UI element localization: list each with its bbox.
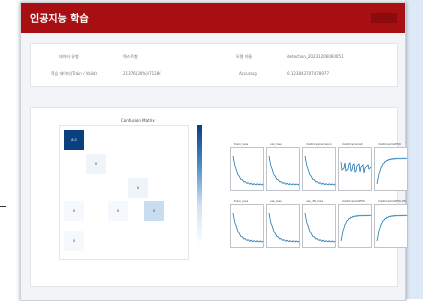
subplot: [302, 147, 336, 191]
subplot-title: metrics/mAP50-95: [378, 199, 406, 203]
curve-line: [376, 214, 408, 242]
title-bar: 인공지능 학습: [21, 3, 405, 33]
curve-line: [304, 212, 336, 243]
model-info-panel: 데이터 유형 텍스트형 모델 이름 detection_202312060600…: [30, 43, 398, 87]
window-title: 인공지능 학습: [30, 14, 89, 25]
cm-cell: 0: [108, 201, 128, 221]
confusion-matrix: 8.0 0 0 0 0 0 0: [59, 125, 189, 260]
subplot: [374, 204, 408, 248]
subplot-title: val_loss: [270, 142, 282, 146]
train-data-value: 21376(30%)/7128(: [123, 71, 161, 76]
subplot: [266, 147, 300, 191]
subplot-title: metrics/recall: [342, 142, 363, 146]
curve-line: [268, 212, 300, 243]
title-bar-button[interactable]: [371, 13, 397, 23]
subplot-title: train_loss: [234, 142, 249, 146]
subplot: [302, 204, 336, 248]
left-tick: [0, 206, 6, 207]
data-type-label: 데이터 유형: [59, 54, 79, 59]
curve-line: [304, 155, 336, 186]
training-window: 인공지능 학습 데이터 유형 텍스트형 모델 이름 detection_2023…: [20, 2, 408, 301]
subplot-title: val_loss: [270, 199, 282, 203]
curve-line: [232, 212, 264, 243]
results-panel: Confusion Matrix 8.0 0 0 0 0 0 0 train_l…: [30, 107, 408, 287]
cm-cell-main: 8.0: [64, 130, 84, 150]
curve-line: [232, 155, 264, 186]
subplot-title: metrics/precision: [306, 142, 332, 146]
curve-line: [376, 157, 408, 185]
accuracy-value: 0.123843707478977: [287, 71, 329, 76]
accuracy-label: Accuracy: [239, 71, 258, 76]
cm-cell-highlight: 0: [144, 201, 164, 221]
subplot: [338, 147, 372, 191]
data-type-value: 텍스트형: [123, 54, 138, 59]
subplot: [374, 147, 408, 191]
cm-cell: 0: [128, 178, 148, 198]
curve-line: [340, 161, 372, 174]
model-name-label: 모델 이름: [236, 54, 252, 59]
subplot: [230, 204, 264, 248]
subplot: [338, 204, 372, 248]
confusion-matrix-colorbar: [197, 125, 202, 245]
subplot-title: train_loss: [234, 199, 249, 203]
cm-cell: 0: [64, 231, 84, 251]
cm-cell: 0: [64, 201, 84, 221]
curve-line: [268, 155, 300, 186]
cm-cell: 0: [86, 154, 106, 174]
subplot-title: val_dfl_loss: [306, 199, 324, 203]
train-data-label: 학습 데이터(Train / Valid): [51, 71, 97, 76]
subplot-title: metrics/mAP50: [378, 142, 401, 146]
curve-line: [340, 214, 372, 242]
confusion-matrix-title: Confusion Matrix: [121, 118, 155, 123]
subplot-title: metrics/mAP50: [342, 199, 365, 203]
subplot: [266, 204, 300, 248]
subplot: [230, 147, 264, 191]
model-name-value: detection_20231206060051: [287, 54, 344, 59]
